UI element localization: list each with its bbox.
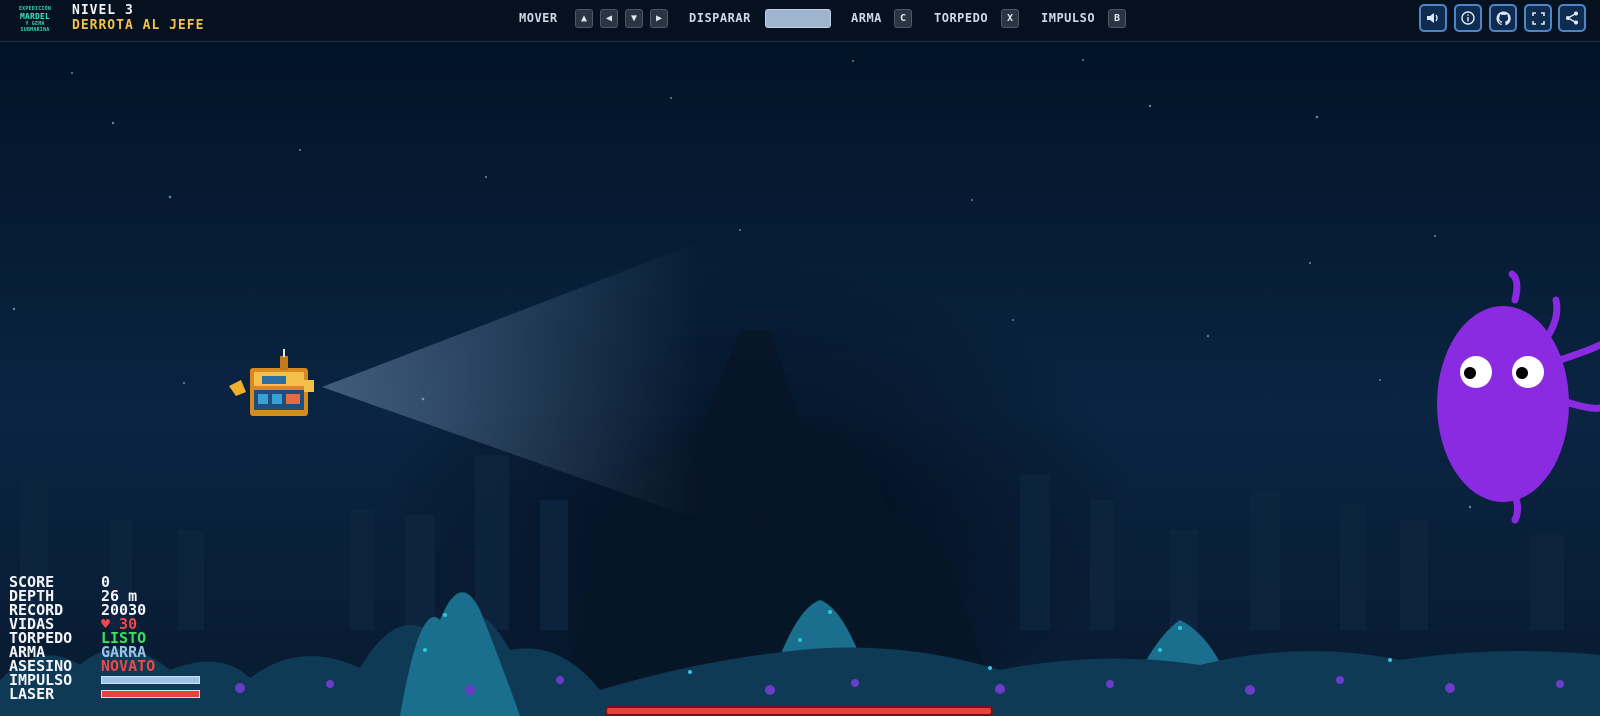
game-logo: EXPEDICIÓN MARDEL Y GEMA SUBMARINA xyxy=(12,6,58,34)
speaker-icon xyxy=(1427,13,1438,23)
github-icon xyxy=(1495,10,1511,25)
sound-button[interactable] xyxy=(1419,4,1447,32)
laser-label: LASER xyxy=(9,685,55,703)
fire-label: DISPARAR xyxy=(689,11,751,25)
logo-line-4: SUBMARINA xyxy=(20,27,50,33)
fullscreen-icon xyxy=(1531,11,1545,25)
boost-label: IMPULSO xyxy=(1041,11,1096,25)
share-icon xyxy=(1566,11,1578,25)
laser-bar-fill xyxy=(102,691,199,697)
weapon-label: ARMA xyxy=(851,11,882,25)
level-title: NIVEL 3 xyxy=(72,3,134,18)
top-bar: EXPEDICIÓN MARDEL Y GEMA SUBMARINA NIVEL… xyxy=(0,0,1600,42)
game-canvas[interactable] xyxy=(0,42,1600,716)
fullscreen-button[interactable] xyxy=(1524,4,1552,32)
key-up-icon: ▲ xyxy=(575,9,593,28)
move-label: MOVER xyxy=(519,11,558,25)
key-b: B xyxy=(1108,9,1126,28)
key-c: C xyxy=(894,9,912,28)
key-down-icon: ▼ xyxy=(625,9,643,28)
logo-line-2: MARDEL xyxy=(19,12,51,21)
github-button[interactable] xyxy=(1489,4,1517,32)
level-goal: DERROTA AL JEFE xyxy=(72,18,205,33)
killer-rank: NOVATO xyxy=(101,657,156,675)
key-x: X xyxy=(1001,9,1019,28)
key-left-icon: ◀ xyxy=(600,9,618,28)
torpedo-label: TORPEDO xyxy=(934,11,989,25)
key-space xyxy=(765,9,831,28)
info-icon xyxy=(1461,11,1475,25)
boost-bar xyxy=(101,676,200,684)
underwater-scene xyxy=(0,42,1600,716)
boost-bar-fill xyxy=(102,677,199,683)
boss-health-fill xyxy=(607,708,991,714)
key-right-icon: ▶ xyxy=(650,9,668,28)
boss-health-bar xyxy=(605,706,993,716)
info-button[interactable] xyxy=(1454,4,1482,32)
laser-bar xyxy=(101,690,200,698)
share-button[interactable] xyxy=(1558,4,1586,32)
